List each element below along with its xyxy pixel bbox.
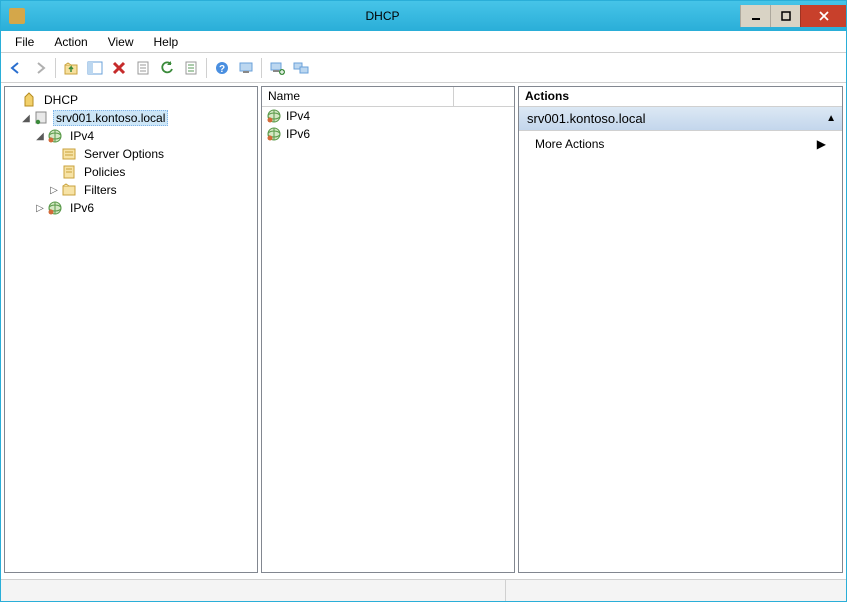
maximize-button[interactable]: [770, 5, 800, 27]
ipv6-icon: [47, 200, 63, 216]
actions-pane: Actions srv001.kontoso.local ▲ More Acti…: [518, 86, 843, 573]
actions-context[interactable]: srv001.kontoso.local ▲: [519, 107, 842, 131]
titlebar: DHCP: [1, 1, 846, 31]
up-button[interactable]: [60, 57, 82, 79]
tree-ipv4[interactable]: ◢ IPv4: [5, 127, 257, 145]
tree-server[interactable]: ◢ srv001.kontoso.local: [5, 109, 257, 127]
tree-policies[interactable]: ▷ Policies: [5, 163, 257, 181]
menu-view[interactable]: View: [98, 33, 144, 51]
window-controls: [740, 5, 846, 27]
action-label: More Actions: [535, 137, 604, 151]
results-pane: Name IPv4 IPv6: [261, 86, 515, 573]
manage-authorized-servers-button[interactable]: [235, 57, 257, 79]
separator: [55, 58, 56, 78]
action-more-actions[interactable]: More Actions ▶: [519, 131, 842, 157]
menu-file[interactable]: File: [5, 33, 44, 51]
add-server-button[interactable]: [266, 57, 288, 79]
tree-pane: ▷ DHCP ◢ srv001.kontoso.local ◢ IPv4 ▷: [4, 86, 258, 573]
dhcp-icon: [21, 92, 37, 108]
tree-ipv6[interactable]: ▷ IPv6: [5, 199, 257, 217]
ipv4-icon: [47, 128, 63, 144]
help-button[interactable]: ?: [211, 57, 233, 79]
tree-label: DHCP: [41, 92, 81, 108]
status-cell-left: [1, 580, 506, 601]
expander-icon[interactable]: ◢: [19, 111, 33, 125]
nav-forward-button[interactable]: [29, 57, 51, 79]
actions-header: Actions: [519, 87, 842, 107]
ipv4-icon: [266, 108, 282, 124]
policies-icon: [61, 164, 77, 180]
actions-body: More Actions ▶: [519, 131, 842, 572]
ipv6-icon: [266, 126, 282, 142]
nav-back-button[interactable]: [5, 57, 27, 79]
status-cell-right: [506, 580, 846, 601]
list-item-ipv4[interactable]: IPv4: [262, 107, 514, 125]
content-area: ▷ DHCP ◢ srv001.kontoso.local ◢ IPv4 ▷: [1, 83, 846, 576]
svg-text:?: ?: [219, 64, 225, 75]
list-item-ipv6[interactable]: IPv6: [262, 125, 514, 143]
tree-label: Policies: [81, 164, 128, 180]
tree-label: srv001.kontoso.local: [53, 110, 168, 126]
menu-action[interactable]: Action: [44, 33, 97, 51]
column-blank[interactable]: [454, 87, 514, 106]
server-icon: [33, 110, 49, 126]
chevron-right-icon: ▶: [817, 137, 826, 151]
properties-button[interactable]: [132, 57, 154, 79]
tree-label: Filters: [81, 182, 120, 198]
menu-help[interactable]: Help: [144, 33, 189, 51]
menubar: File Action View Help: [1, 31, 846, 53]
statusbar: [1, 579, 846, 601]
show-hide-tree-button[interactable]: [84, 57, 106, 79]
dhcp-mmc-window: DHCP File Action View Help ?: [0, 0, 847, 602]
delete-button[interactable]: [108, 57, 130, 79]
actions-context-label: srv001.kontoso.local: [527, 111, 646, 126]
tree-label: Server Options: [81, 146, 167, 162]
filters-icon: [61, 182, 77, 198]
close-button[interactable]: [800, 5, 846, 27]
minimize-button[interactable]: [740, 5, 770, 27]
column-name[interactable]: Name: [262, 87, 454, 106]
window-title: DHCP: [25, 9, 740, 23]
list-body[interactable]: IPv4 IPv6: [262, 107, 514, 572]
toolbar: ?: [1, 53, 846, 83]
scope-tree[interactable]: ▷ DHCP ◢ srv001.kontoso.local ◢ IPv4 ▷: [5, 89, 257, 570]
separator: [261, 58, 262, 78]
expander-icon[interactable]: ▷: [47, 183, 61, 197]
server-status-button[interactable]: [290, 57, 312, 79]
expander-icon[interactable]: ▷: [33, 201, 47, 215]
tree-label: IPv4: [67, 128, 97, 144]
tree-root-dhcp[interactable]: ▷ DHCP: [5, 91, 257, 109]
export-list-button[interactable]: [180, 57, 202, 79]
expander-icon[interactable]: ◢: [33, 129, 47, 143]
list-header[interactable]: Name: [262, 87, 514, 107]
separator: [206, 58, 207, 78]
refresh-button[interactable]: [156, 57, 178, 79]
tree-server-options[interactable]: ▷ Server Options: [5, 145, 257, 163]
server-options-icon: [61, 146, 77, 162]
list-item-label: IPv4: [286, 109, 310, 123]
collapse-icon[interactable]: ▲: [826, 113, 836, 124]
app-icon: [9, 8, 25, 24]
tree-filters[interactable]: ▷ Filters: [5, 181, 257, 199]
tree-label: IPv6: [67, 200, 97, 216]
list-item-label: IPv6: [286, 127, 310, 141]
